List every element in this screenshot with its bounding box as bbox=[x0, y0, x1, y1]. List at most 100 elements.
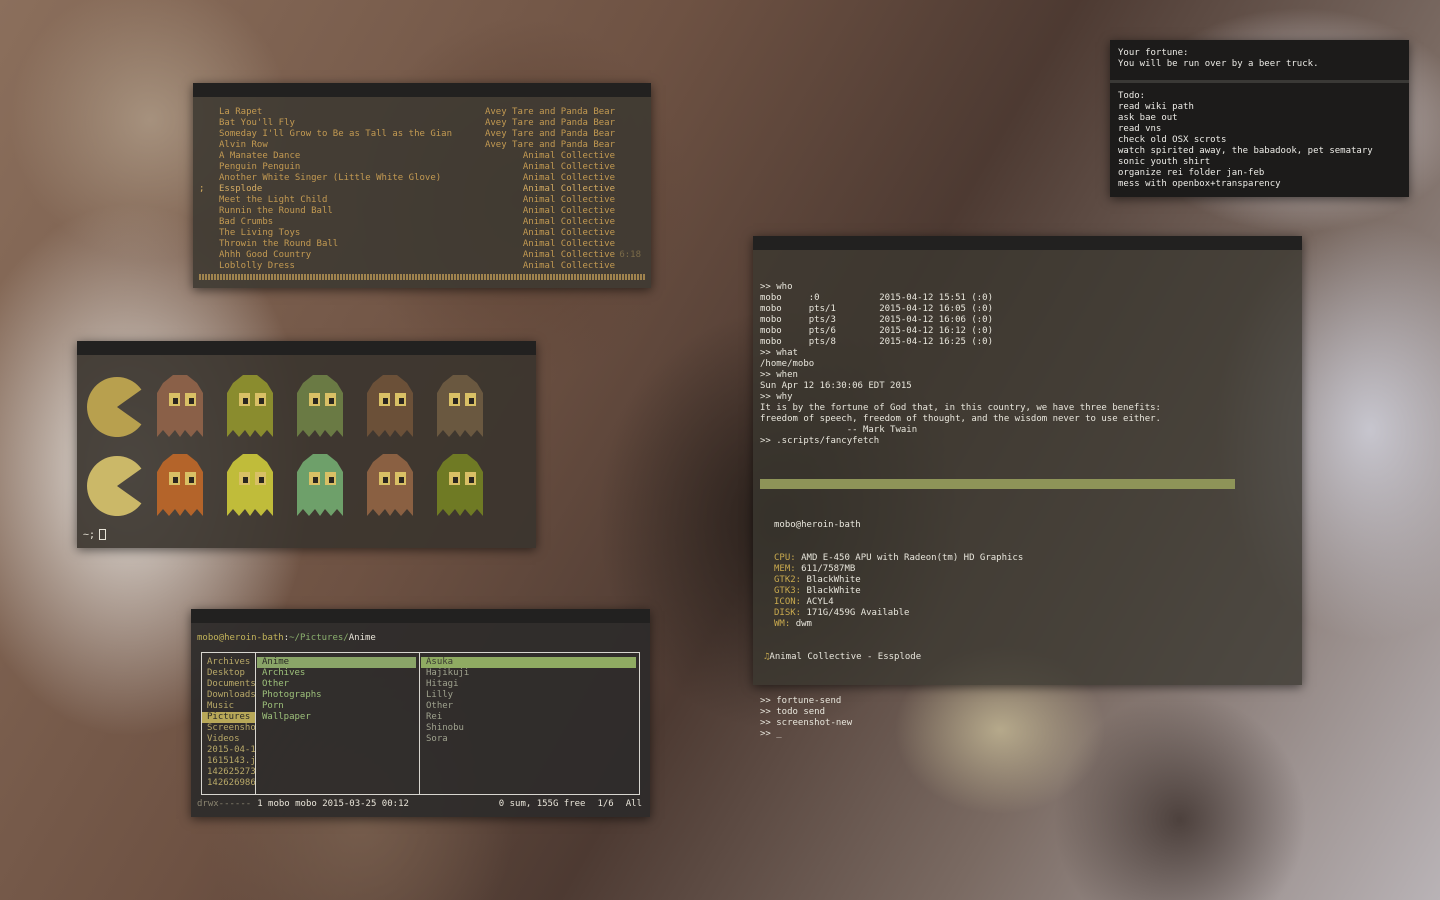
playlist-track[interactable]: Ahhh Good Country Animal Collective 6:18 bbox=[199, 250, 645, 261]
ghost-bottom bbox=[227, 454, 273, 516]
playlist-track[interactable]: Runnin the Round Ball Animal Collective bbox=[199, 206, 645, 217]
preview-item[interactable]: Asuka bbox=[421, 657, 636, 668]
playlist-track[interactable]: Someday I'll Grow to Be as Tall as the G… bbox=[199, 129, 645, 140]
parent-dir-item[interactable]: Downloads bbox=[202, 690, 255, 701]
preview-item[interactable]: Rei bbox=[421, 712, 639, 723]
track-artist: Animal Collective bbox=[522, 184, 615, 194]
track-marker bbox=[199, 261, 219, 272]
music-player-window[interactable]: La Rapet Avey Tare and Panda Bear Bat You'… bbox=[193, 83, 651, 288]
track-marker bbox=[199, 140, 219, 151]
terminal-line: >> _ bbox=[760, 729, 782, 739]
playlist-track[interactable]: Alvin Row Avey Tare and Panda Bear bbox=[199, 140, 645, 151]
preview-item[interactable]: Sora bbox=[421, 734, 639, 745]
parent-dir-item[interactable]: Documents bbox=[202, 679, 255, 690]
track-marker bbox=[199, 206, 219, 217]
track-title: Penguin Penguin bbox=[219, 162, 301, 172]
playlist: La Rapet Avey Tare and Panda Bear Bat You'… bbox=[193, 97, 651, 280]
directory-item[interactable]: Photographs bbox=[257, 690, 419, 701]
playback-progress-bar[interactable] bbox=[199, 274, 645, 280]
track-marker bbox=[199, 228, 219, 239]
preview-item[interactable]: Other bbox=[421, 701, 639, 712]
playlist-track[interactable]: ; Essplode Animal Collective bbox=[199, 184, 645, 195]
directory-item[interactable]: Archives bbox=[257, 668, 419, 679]
fetch-line: DISK: 171G/459G Available bbox=[760, 608, 1295, 619]
playlist-track[interactable]: Bad Crumbs Animal Collective bbox=[199, 217, 645, 228]
track-title: Meet the Light Child bbox=[219, 195, 328, 205]
terminal-line: mobo pts/8 2015-04-12 16:25 (:0) bbox=[760, 337, 993, 347]
fetch-value: AMD E-450 APU with Radeon(tm) HD Graphic… bbox=[801, 553, 1024, 563]
main-terminal-titlebar[interactable] bbox=[753, 236, 1302, 250]
fetch-line: MEM: 611/7587MB bbox=[760, 564, 1295, 575]
track-artist: Animal Collective bbox=[522, 250, 615, 260]
directory-item[interactable]: Other bbox=[257, 679, 419, 690]
fetch-value: ACYL4 bbox=[806, 597, 834, 607]
track-marker bbox=[199, 118, 219, 129]
track-title: Alvin Row bbox=[219, 140, 268, 150]
playlist-track[interactable]: Penguin Penguin Animal Collective bbox=[199, 162, 645, 173]
terminal-line: mobo pts/1 2015-04-12 16:05 (:0) bbox=[760, 304, 993, 314]
playlist-track[interactable]: The Living Toys Animal Collective bbox=[199, 228, 645, 239]
track-marker bbox=[199, 195, 219, 206]
preview-item[interactable]: Hitagi bbox=[421, 679, 639, 690]
parent-dir-item[interactable]: 142626986 bbox=[202, 778, 255, 789]
terminal-line: mobo pts/6 2015-04-12 16:12 (:0) bbox=[760, 326, 993, 336]
track-artist: Animal Collective bbox=[522, 173, 615, 183]
terminal-line: freedom of speech, freedom of thought, a… bbox=[760, 414, 1161, 424]
fetch-line: CPU: AMD E-450 APU with Radeon(tm) HD Gr… bbox=[760, 553, 1295, 564]
fetch-key: WM: bbox=[774, 619, 791, 629]
file-manager-window[interactable]: mobo@heroin-bath:~/Pictures/Anime Archiv… bbox=[191, 609, 650, 817]
parent-dir-item[interactable]: 142625273 bbox=[202, 767, 255, 778]
track-title: Essplode bbox=[219, 184, 263, 194]
main-terminal-window[interactable]: >> who mobo :0 2015-04-12 15:51 (:0) mobo … bbox=[753, 236, 1302, 739]
track-artist: Avey Tare and Panda Bear bbox=[484, 129, 615, 139]
terminal-line: >> todo send bbox=[760, 707, 826, 717]
terminal-line: >> who bbox=[760, 282, 793, 292]
fetch-line: ICON: ACYL4 bbox=[760, 597, 1295, 608]
track-artist: Avey Tare and Panda Bear bbox=[484, 140, 615, 150]
playlist-track[interactable]: Loblolly Dress Animal Collective bbox=[199, 261, 645, 272]
playlist-track[interactable]: Bat You'll Fly Avey Tare and Panda Bear bbox=[199, 118, 645, 129]
terminal-output[interactable]: >> who mobo :0 2015-04-12 15:51 (:0) mobo … bbox=[753, 250, 1302, 762]
now-playing: ♫Animal Collective - Essplode bbox=[760, 652, 1295, 663]
todo-item: watch spirited away, the babadook, pet s… bbox=[1118, 146, 1373, 156]
terminal-line: >> when bbox=[760, 370, 798, 380]
playlist-track[interactable]: La Rapet Avey Tare and Panda Bear bbox=[199, 107, 645, 118]
ghost-bottom bbox=[157, 454, 203, 516]
todo-item: read vns bbox=[1118, 124, 1162, 134]
parent-dir-item[interactable]: Desktop bbox=[202, 668, 255, 679]
pacman-terminal-titlebar[interactable] bbox=[77, 341, 536, 355]
track-artist: Animal Collective bbox=[522, 206, 615, 216]
track-artist: Animal Collective bbox=[522, 151, 615, 161]
playlist-track[interactable]: Throwin the Round Ball Animal Collective bbox=[199, 239, 645, 250]
pacman-terminal-window[interactable]: ~; bbox=[77, 341, 536, 548]
track-marker bbox=[199, 173, 219, 184]
ghost-bottom bbox=[367, 454, 413, 516]
preview-item[interactable]: Lilly bbox=[421, 690, 639, 701]
terminal-line: mobo :0 2015-04-12 15:51 (:0) bbox=[760, 293, 993, 303]
playlist-track[interactable]: Meet the Light Child Animal Collective bbox=[199, 195, 645, 206]
parent-dir-item[interactable]: Pictures bbox=[202, 712, 255, 723]
todo-item: read wiki path bbox=[1118, 102, 1194, 112]
shell-prompt[interactable]: ~; bbox=[83, 529, 107, 541]
parent-dir-item[interactable]: Videos bbox=[202, 734, 255, 745]
terminal-line: >> fortune-send bbox=[760, 696, 842, 706]
parent-dir-item[interactable]: 2015-04-1 bbox=[202, 745, 255, 756]
track-marker bbox=[199, 239, 219, 250]
directory-item[interactable]: Wallpaper bbox=[257, 712, 419, 723]
playlist-track[interactable]: Another White Singer (Little White Glove… bbox=[199, 173, 645, 184]
track-artist: Avey Tare and Panda Bear bbox=[484, 107, 615, 117]
preview-item[interactable]: Hajikuji bbox=[421, 668, 639, 679]
parent-dir-item[interactable]: Archives bbox=[202, 657, 255, 668]
track-artist: Animal Collective bbox=[522, 195, 615, 205]
playlist-track[interactable]: A Manatee Dance Animal Collective bbox=[199, 151, 645, 162]
directory-item[interactable]: Anime bbox=[257, 657, 416, 668]
music-player-titlebar[interactable] bbox=[193, 83, 651, 97]
file-columns: Archives Desktop Documents Downloads Music Pi… bbox=[201, 652, 640, 795]
file-manager-titlebar[interactable] bbox=[191, 609, 650, 623]
track-artist: Animal Collective bbox=[522, 217, 615, 227]
parent-dir-item[interactable]: Screensho bbox=[202, 723, 255, 734]
preview-item[interactable]: Shinobu bbox=[421, 723, 639, 734]
parent-dir-item[interactable]: Music bbox=[202, 701, 255, 712]
directory-item[interactable]: Porn bbox=[257, 701, 419, 712]
parent-dir-item[interactable]: 1615143.j bbox=[202, 756, 255, 767]
